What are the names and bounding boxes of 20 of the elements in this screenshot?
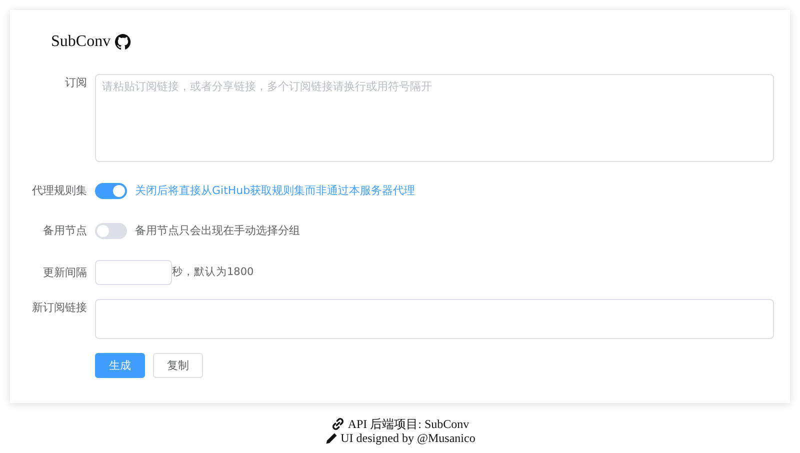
field-label: 订阅: [64, 75, 88, 91]
copy-button[interactable]: 复制: [153, 353, 203, 378]
field-label: 新订阅链接: [31, 300, 88, 316]
toggle-switch[interactable]: [95, 183, 127, 199]
interval-field[interactable]: [95, 260, 172, 285]
footer-text: UI designed by @Musanico: [340, 431, 476, 445]
field-label: 更新间隔: [42, 265, 88, 281]
interval-hint: 秒，默认为1800: [172, 265, 254, 280]
subscription-field[interactable]: 请粘贴订阅链接，或者分享链接，多个订阅链接请换行或用符号隔开: [95, 74, 774, 162]
footer-text: API 后端项目: SubConv: [348, 417, 470, 431]
new-link-field[interactable]: [95, 299, 774, 339]
toggle-switch[interactable]: [95, 223, 127, 239]
pencil-icon: [324, 432, 338, 444]
github-icon[interactable]: [114, 34, 131, 50]
switch-hint: 关闭后将直接从GitHub获取规则集而非通过本服务器代理: [135, 183, 416, 199]
link-icon: [330, 417, 345, 431]
app-title: SubConv: [51, 33, 111, 51]
switch-hint: 备用节点只会出现在手动选择分组: [135, 223, 300, 239]
field-label: 代理规则集: [31, 183, 88, 199]
field-label: 备用节点: [42, 223, 88, 239]
